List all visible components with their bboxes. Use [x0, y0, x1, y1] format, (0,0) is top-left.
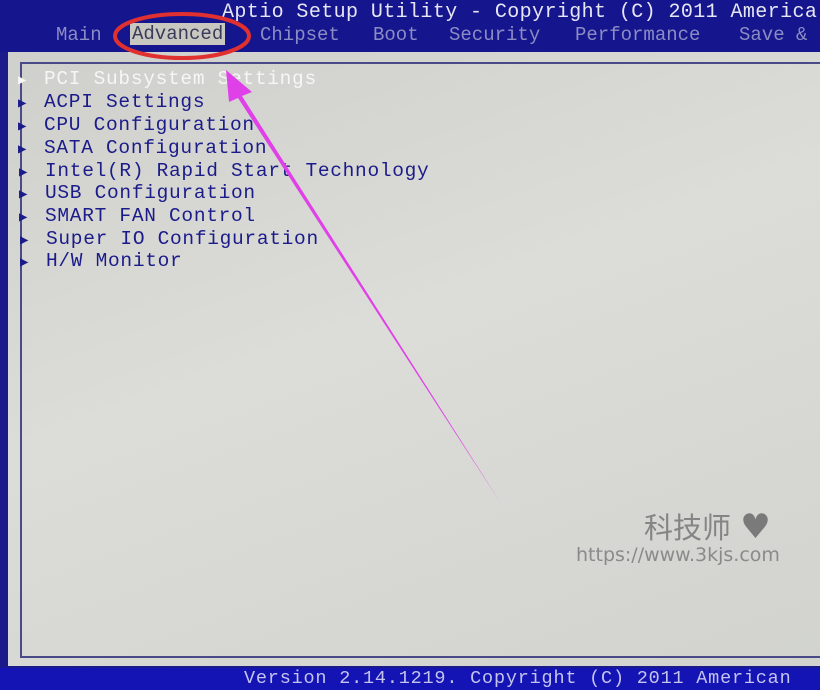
annotation-circle: [113, 12, 251, 60]
annotation-overlay: [113, 12, 500, 502]
annotation-arrow: [226, 70, 500, 502]
